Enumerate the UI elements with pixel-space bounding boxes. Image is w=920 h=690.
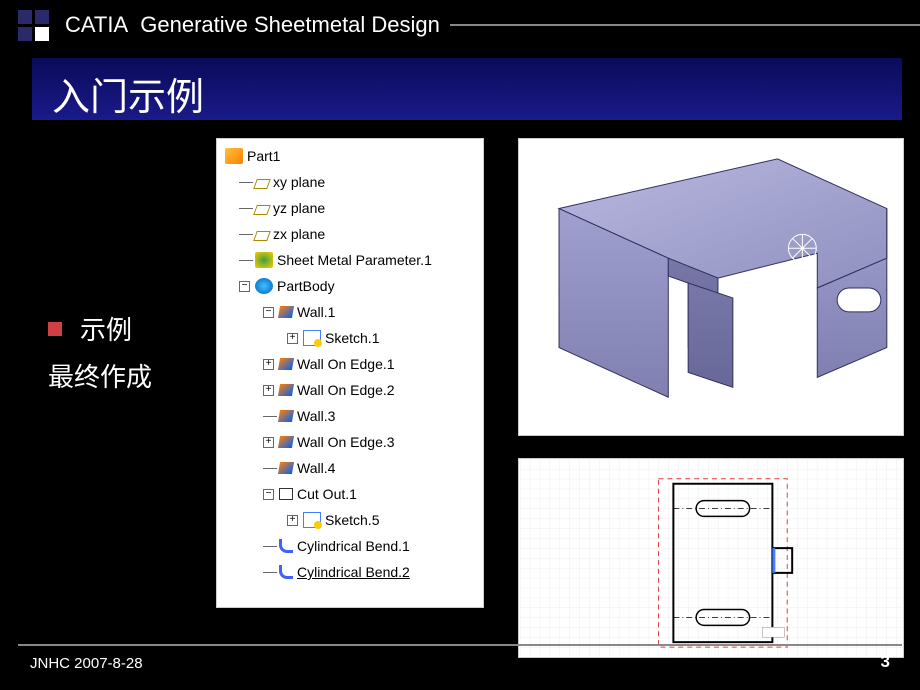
- tree-item-params[interactable]: Sheet Metal Parameter.1: [219, 247, 481, 273]
- flat-pattern-view[interactable]: [518, 458, 904, 658]
- tree-item-wall[interactable]: Wall.3: [219, 403, 481, 429]
- tree-item-wall[interactable]: Wall.4: [219, 455, 481, 481]
- wall-icon: [278, 462, 294, 474]
- footer-divider: [18, 644, 902, 646]
- expand-icon[interactable]: +: [263, 359, 274, 370]
- tree-item-plane[interactable]: zx plane: [219, 221, 481, 247]
- wall-icon: [278, 384, 294, 396]
- collapse-icon[interactable]: −: [263, 307, 274, 318]
- expand-icon[interactable]: +: [263, 385, 274, 396]
- cutout-icon: [279, 488, 293, 500]
- tree-label: Sketch.1: [325, 330, 379, 346]
- expand-icon[interactable]: +: [287, 333, 298, 344]
- tree-label: Sketch.5: [325, 512, 379, 528]
- subtitle-label: Generative Sheetmetal Design: [140, 12, 440, 37]
- params-icon: [255, 252, 273, 268]
- bend-icon: [279, 539, 293, 553]
- slide-title: 入门示例: [32, 58, 902, 120]
- page-number: 3: [881, 652, 890, 672]
- wall-icon: [278, 436, 294, 448]
- brand-label: CATIA: [65, 12, 128, 37]
- tree-root[interactable]: Part1: [219, 143, 481, 169]
- bend-icon: [279, 565, 293, 579]
- tree-item-plane[interactable]: yz plane: [219, 195, 481, 221]
- tree-label: Wall On Edge.2: [297, 382, 395, 398]
- model-render: [519, 139, 903, 435]
- tree-item-sketch[interactable]: + Sketch.1: [219, 325, 481, 351]
- tree-item-wall[interactable]: + Wall On Edge.2: [219, 377, 481, 403]
- expand-icon[interactable]: +: [287, 515, 298, 526]
- plane-icon: [253, 231, 271, 241]
- plane-icon: [253, 205, 271, 215]
- bullet-icon: [48, 322, 62, 336]
- tree-item-sketch[interactable]: + Sketch.5: [219, 507, 481, 533]
- tree-label: Cylindrical Bend.1: [297, 538, 410, 554]
- wall-icon: [278, 358, 294, 370]
- part-icon: [225, 148, 243, 164]
- tree-item-cutout[interactable]: − Cut Out.1: [219, 481, 481, 507]
- tree-label: zx plane: [273, 226, 325, 242]
- feature-tree: Part1 xy plane yz plane zx plane Sheet M…: [216, 138, 484, 608]
- tree-item-wall[interactable]: + Wall On Edge.3: [219, 429, 481, 455]
- flat-pattern-render: [519, 459, 903, 657]
- tree-label: PartBody: [277, 278, 335, 294]
- bullet-item: 最终作成: [48, 357, 152, 394]
- plane-icon: [253, 179, 271, 189]
- tree-item-bend[interactable]: Cylindrical Bend.1: [219, 533, 481, 559]
- tree-label: Sheet Metal Parameter.1: [277, 252, 432, 268]
- tree-label: Wall.4: [297, 460, 335, 476]
- tree-label: Wall On Edge.3: [297, 434, 395, 450]
- logo: [18, 10, 57, 41]
- tree-item-bend[interactable]: Cylindrical Bend.2: [219, 559, 481, 585]
- tree-label: yz plane: [273, 200, 325, 216]
- logo-icon: [18, 10, 49, 41]
- tree-label: Cut Out.1: [297, 486, 357, 502]
- header-title: CATIA Generative Sheetmetal Design: [65, 12, 440, 38]
- bullet-label: 示例: [80, 310, 132, 347]
- tree-label: Wall.3: [297, 408, 335, 424]
- expand-icon[interactable]: +: [263, 437, 274, 448]
- footer-info: JNHC 2007-8-28: [30, 655, 143, 672]
- tree-label: Cylindrical Bend.2: [297, 564, 410, 580]
- tree-item-wall[interactable]: − Wall.1: [219, 299, 481, 325]
- header-divider: [450, 24, 920, 26]
- tree-label: Part1: [247, 148, 280, 164]
- tree-label: Wall On Edge.1: [297, 356, 395, 372]
- tree-label: xy plane: [273, 174, 325, 190]
- tree-item-wall[interactable]: + Wall On Edge.1: [219, 351, 481, 377]
- tree-item-plane[interactable]: xy plane: [219, 169, 481, 195]
- body-icon: [255, 278, 273, 294]
- wall-icon: [278, 306, 294, 318]
- tree-label: Wall.1: [297, 304, 335, 320]
- sketch-icon: [303, 512, 321, 528]
- model-view[interactable]: [518, 138, 904, 436]
- collapse-icon[interactable]: −: [263, 489, 274, 500]
- collapse-icon[interactable]: −: [239, 281, 250, 292]
- bullet-list: 示例 最终作成: [48, 310, 152, 404]
- wall-icon: [278, 410, 294, 422]
- slide-header: CATIA Generative Sheetmetal Design: [0, 0, 920, 50]
- tree-item-body[interactable]: − PartBody: [219, 273, 481, 299]
- bullet-item: 示例: [48, 310, 152, 347]
- title-text: 入门示例: [52, 77, 204, 119]
- sketch-icon: [303, 330, 321, 346]
- bullet-label: 最终作成: [48, 357, 152, 394]
